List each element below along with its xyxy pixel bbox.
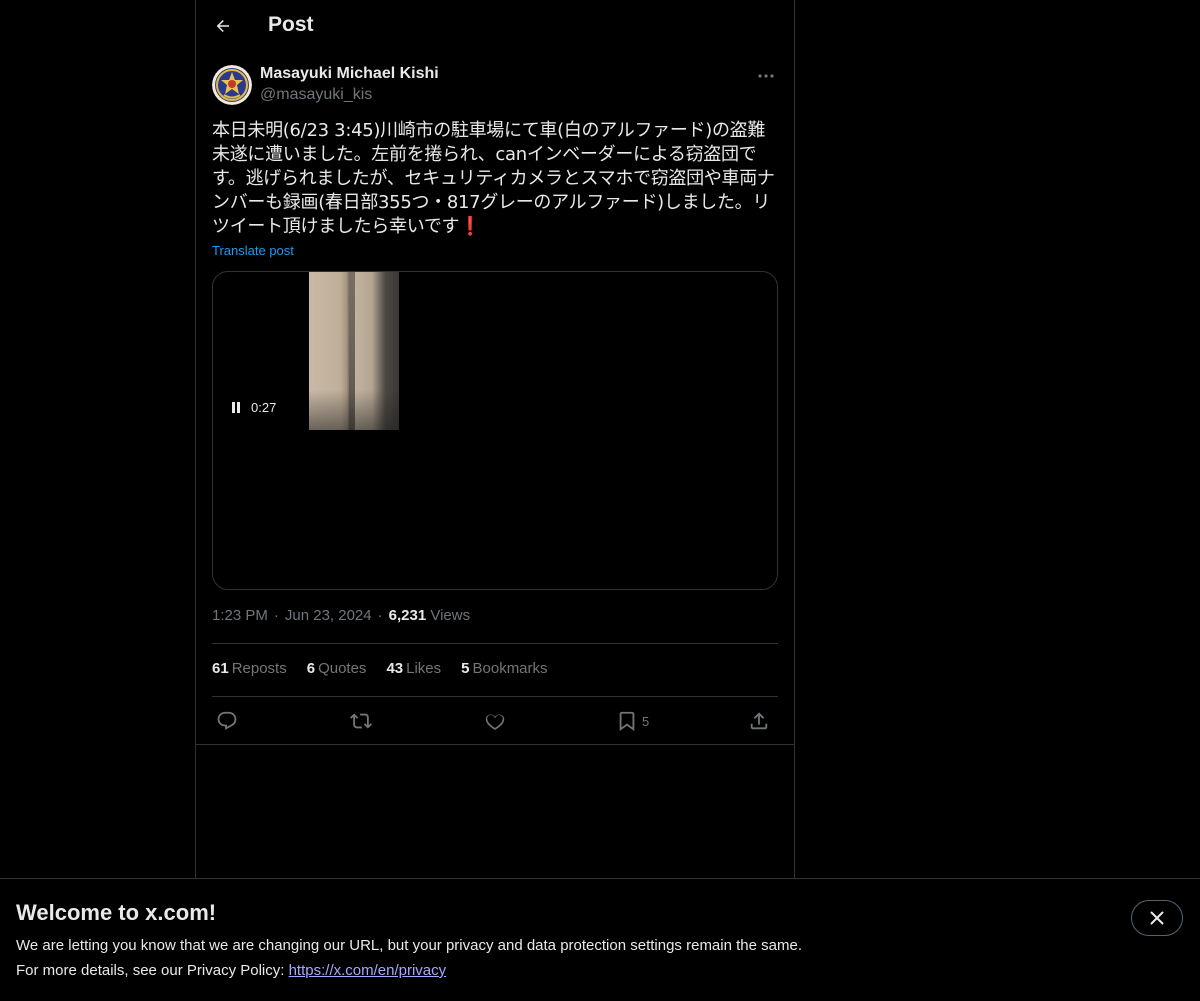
post-time[interactable]: 1:23 PM (212, 607, 268, 624)
avatar[interactable] (212, 65, 252, 105)
stat-count: 6 (306, 660, 316, 677)
meta-separator: · (377, 607, 383, 624)
reply-icon (217, 711, 237, 730)
url-change-banner: Welcome to x.com! We are letting you kno… (0, 878, 1200, 1001)
reply-button[interactable] (216, 710, 238, 732)
bookmark-icon (619, 711, 635, 732)
more-horizontal-icon (758, 74, 774, 78)
close-icon (1150, 911, 1164, 925)
bookmark-button[interactable]: 5 (616, 710, 649, 732)
repost-icon (350, 713, 372, 729)
page-title: Post (268, 13, 314, 36)
divider (196, 744, 794, 745)
video-timecode: 0:27 (251, 400, 277, 415)
more-options-button[interactable] (754, 66, 778, 86)
pause-button[interactable] (229, 401, 243, 415)
engagement-stats: 61 Reposts 6 Quotes 43 Likes 5 Bookmarks (212, 660, 568, 677)
video-controls: 0:27 (229, 400, 276, 415)
share-button[interactable] (748, 710, 770, 732)
stat-count: 61 (212, 660, 229, 677)
heart-icon (485, 714, 505, 730)
divider (212, 643, 778, 644)
action-bar: 5 (212, 705, 778, 737)
stat-label: Quotes (318, 660, 367, 677)
author-handle[interactable]: @masayuki_kis (260, 86, 372, 104)
video-player[interactable]: 0:27 (212, 271, 778, 590)
back-button[interactable] (206, 9, 240, 43)
divider (212, 696, 778, 697)
stat-quotes[interactable]: 6 Quotes (307, 660, 367, 677)
repost-button[interactable] (350, 710, 372, 732)
stat-label: Likes (406, 660, 442, 677)
video-frame-shadow (309, 390, 399, 430)
privacy-policy-link[interactable]: https://x.com/en/privacy (289, 962, 447, 979)
stat-count: 43 (386, 660, 404, 677)
stat-count: 5 (461, 660, 470, 677)
banner-privacy-text: For more details, see our Privacy Policy… (16, 962, 289, 979)
stat-label: Bookmarks (472, 660, 548, 677)
meta-separator: · (273, 607, 279, 624)
stat-likes[interactable]: 43 Likes (386, 660, 441, 677)
post-text: 本日未明(6/23 3:45)川崎市の駐車場にて車(白のアルファード)の盗難未遂… (212, 120, 775, 237)
post-column: Post Masayuki Michael Kishi @masayuki_ki… (195, 0, 795, 880)
post-meta: 1:23 PM · Jun 23, 2024 · 6,231 Views (212, 607, 470, 624)
arrow-left-icon (216, 20, 229, 32)
video-frame (309, 272, 399, 430)
like-button[interactable] (484, 710, 506, 732)
views-label: Views (430, 607, 471, 624)
post-date[interactable]: Jun 23, 2024 (285, 607, 372, 624)
stat-bookmarks[interactable]: 5 Bookmarks (461, 660, 547, 677)
share-icon (750, 712, 768, 730)
post-header: Post (196, 0, 794, 54)
translate-post-link[interactable]: Translate post (212, 243, 294, 258)
bookmark-count: 5 (642, 713, 650, 729)
banner-title: Welcome to x.com! (16, 900, 217, 925)
author-display-name[interactable]: Masayuki Michael Kishi (260, 65, 439, 83)
crest-emblem-icon (212, 65, 252, 105)
stat-label: Reposts (231, 660, 287, 677)
close-banner-button[interactable] (1131, 900, 1183, 936)
stat-reposts[interactable]: 61 Reposts (212, 660, 287, 677)
banner-privacy-line: For more details, see our Privacy Policy… (16, 962, 446, 979)
author-row: Masayuki Michael Kishi @masayuki_kis (212, 64, 778, 108)
pause-icon (232, 402, 240, 413)
views-count: 6,231 (388, 607, 427, 624)
banner-message: We are letting you know that we are chan… (16, 937, 802, 954)
